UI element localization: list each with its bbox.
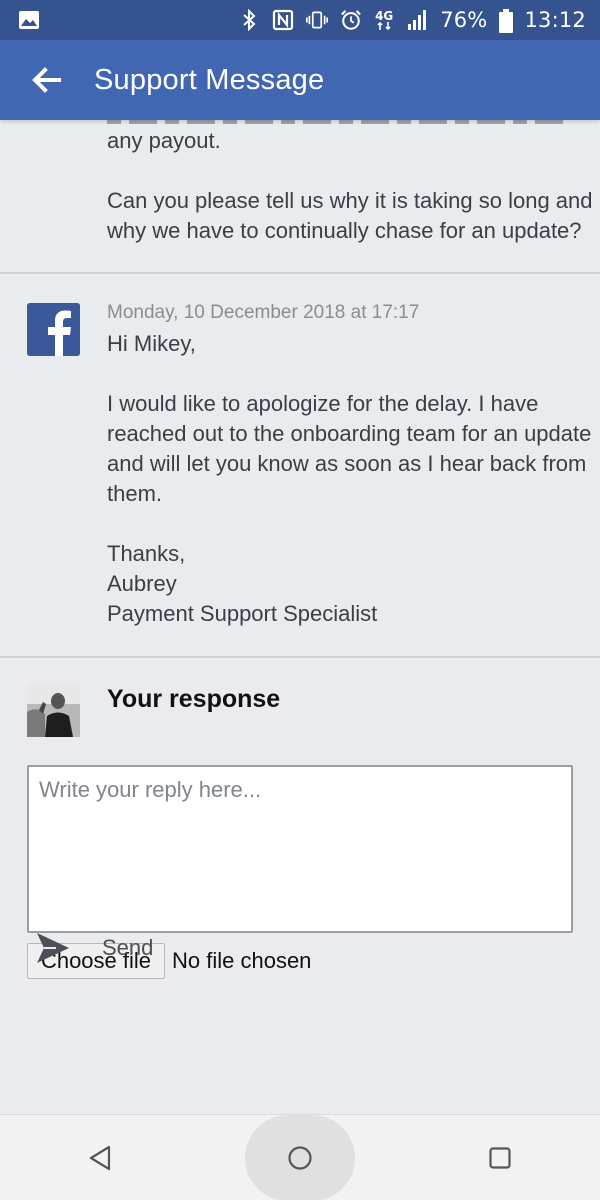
page-title: Support Message (94, 63, 325, 96)
clipped-text-line (107, 120, 567, 124)
battery-percent: 76% (440, 8, 488, 32)
network-4g-icon: 4G (374, 9, 394, 31)
previous-message: any payout. Can you please tell us why i… (0, 120, 600, 272)
back-button[interactable] (0, 40, 94, 120)
avatar (27, 684, 80, 737)
bluetooth-icon (238, 9, 260, 31)
message-thread[interactable]: any payout. Can you please tell us why i… (0, 120, 600, 1115)
response-title: Your response (107, 685, 281, 713)
message-body: I would like to apologize for the delay.… (107, 391, 592, 506)
battery-icon (499, 9, 514, 33)
message-signoff: Thanks, Aubrey Payment Support Specialis… (107, 541, 378, 626)
system-nav-bar (0, 1114, 600, 1200)
nav-back-button[interactable] (45, 1115, 155, 1200)
file-status-text: No file chosen (172, 948, 312, 973)
vibrate-icon (306, 9, 329, 31)
clock-time: 13:12 (524, 8, 586, 32)
send-label: Send (102, 935, 154, 960)
send-button[interactable]: Send (36, 932, 153, 964)
recents-square-icon (489, 1146, 511, 1169)
status-bar: 4G 76% 13:12 (0, 0, 600, 40)
nfc-icon (272, 9, 294, 31)
support-message: Monday, 10 December 2018 at 17:17 Hi Mik… (0, 274, 600, 656)
send-icon (37, 933, 69, 963)
arrow-left-icon (32, 67, 61, 93)
message-text: any payout. Can you please tell us why i… (107, 128, 593, 243)
app-bar: Support Message (0, 40, 600, 120)
message-greeting: Hi Mikey, (107, 331, 196, 356)
alarm-icon (340, 9, 362, 31)
image-icon (18, 9, 40, 31)
message-timestamp: Monday, 10 December 2018 at 17:17 (107, 302, 420, 323)
back-triangle-icon (89, 1145, 111, 1170)
nav-recents-button[interactable] (445, 1115, 555, 1200)
home-circle-icon (288, 1145, 312, 1170)
facebook-logo-icon (27, 303, 80, 356)
reply-input[interactable] (27, 765, 573, 933)
response-section: Your response Choose file No file chosen (0, 658, 600, 1083)
signal-icon (406, 9, 428, 31)
nav-home-button[interactable] (245, 1114, 355, 1200)
